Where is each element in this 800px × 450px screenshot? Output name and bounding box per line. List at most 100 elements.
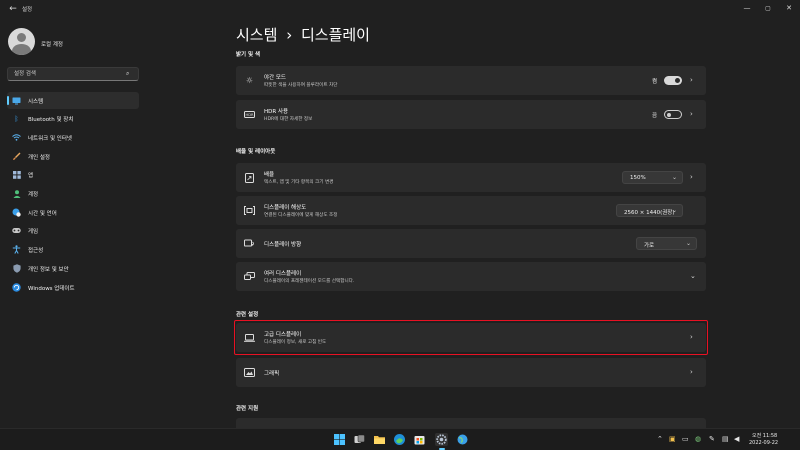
clock-time[interactable]: 오전 11:58 (752, 432, 777, 439)
chevron-right-icon[interactable]: › (690, 368, 693, 376)
file-explorer-icon[interactable] (373, 433, 386, 446)
sidebar-item-accounts[interactable]: 계정 (7, 185, 139, 202)
sidebar-item-personalization[interactable]: 개인 설정 (7, 148, 139, 165)
section-title-related-settings: 관련 설정 (236, 312, 259, 318)
avatar-head (17, 33, 26, 42)
resolution-icon (244, 205, 255, 216)
network-icon[interactable]: ▤ (722, 435, 729, 443)
chevron-down-icon: ⌄ (671, 174, 677, 181)
active-app-indicator (439, 448, 445, 450)
globe-app-icon[interactable] (456, 433, 469, 446)
card-title: 디스플레이 방향 (264, 242, 302, 248)
card-night-light[interactable]: ☼ 야간 모드 따뜻한 색을 사용하여 블루라이트 차단 켬 › (236, 66, 706, 95)
volume-icon[interactable]: ◀ (734, 435, 739, 443)
sidebar-item-gaming[interactable]: 게임 (7, 222, 139, 239)
card-hdr[interactable]: HDR HDR 사용 HDR에 대한 자세한 정보 끔 › (236, 100, 706, 129)
toggle-knob (675, 78, 680, 83)
sidebar-item-label: 시간 및 언어 (28, 211, 57, 217)
card-subtitle: 텍스트, 앱 및 기타 항목의 크기 변경 (264, 180, 334, 185)
card-title: 그래픽 (264, 371, 280, 377)
title-bar: ← 설정 — ▢ ✕ (0, 0, 800, 18)
chevron-right-icon[interactable]: › (690, 173, 693, 181)
sidebar-item-windows-update[interactable]: Windows 업데이트 (7, 279, 139, 296)
sidebar-item-network[interactable]: 네트워크 및 인터넷 (7, 129, 139, 146)
chat-icon[interactable]: ▭ (682, 435, 689, 443)
orientation-icon (244, 238, 255, 249)
sidebar-item-bluetooth[interactable]: ᛒ Bluetooth 및 장치 (7, 110, 139, 127)
sidebar-item-accessibility[interactable]: 접근성 (7, 241, 139, 258)
brush-icon (12, 152, 21, 161)
card-orientation[interactable]: 디스플레이 방향 가로 ⌄ (236, 229, 706, 258)
shield-icon (12, 264, 21, 273)
dropdown-value: 150% (630, 175, 646, 181)
sidebar-item-label: 개인 설정 (28, 155, 50, 161)
store-icon[interactable] (413, 433, 426, 446)
chevron-right-icon[interactable]: › (690, 76, 693, 84)
wifi-icon (12, 133, 21, 142)
sidebar-item-label: 계정 (28, 192, 39, 198)
search-icon[interactable]: ⌕ (126, 70, 129, 78)
update-icon (12, 283, 21, 292)
breadcrumb-current: 디스플레이 (300, 26, 370, 44)
graphics-icon (244, 367, 255, 378)
avatar[interactable] (8, 28, 35, 55)
chevron-down-icon[interactable]: ⌄ (690, 272, 696, 280)
card-title: 디스플레이 해상도 (264, 205, 307, 211)
minimize-button[interactable]: — (740, 2, 754, 14)
breadcrumb-parent[interactable]: 시스템 (236, 26, 277, 44)
hdr-toggle[interactable] (664, 110, 682, 119)
clock-date[interactable]: 2022-09-22 (749, 440, 778, 446)
card-title: 야간 모드 (264, 75, 286, 81)
scale-dropdown[interactable]: 150% ⌄ (622, 171, 683, 184)
taskbar: ⌃ ▣ ▭ ◍ ✎ ▤ ◀ 오전 11:58 2022-09-22 (0, 428, 800, 450)
task-view-icon[interactable] (353, 433, 366, 446)
card-multiple-displays[interactable]: 여러 디스플레이 디스플레이의 프레젠테이션 모드를 선택합니다. ⌄ (236, 262, 706, 291)
sidebar-item-label: Windows 업데이트 (28, 286, 75, 292)
windows-start-icon[interactable] (333, 433, 346, 446)
person-icon (12, 189, 21, 198)
section-title-related-support: 관련 지원 (236, 406, 259, 412)
sidebar-item-privacy-security[interactable]: 개인 정보 및 보안 (7, 260, 139, 277)
card-subtitle: 연결된 디스플레이에 맞게 해상도 조정 (264, 213, 338, 218)
active-indicator (7, 96, 9, 105)
breadcrumb: 시스템 › 디스플레이 (236, 24, 370, 45)
night-light-toggle[interactable] (664, 76, 682, 85)
card-title: 배율 (264, 172, 275, 178)
sidebar-item-label: Bluetooth 및 장치 (28, 117, 74, 123)
hdr-icon: HDR (244, 109, 255, 120)
tray-status-icon[interactable]: ◍ (695, 435, 701, 443)
orientation-dropdown[interactable]: 가로 ⌄ (636, 237, 697, 250)
card-scale[interactable]: 배율 텍스트, 앱 및 기타 항목의 크기 변경 150% ⌄ › (236, 163, 706, 192)
resolution-dropdown[interactable]: 2560 × 1440(권장) ⌄ (616, 204, 683, 217)
card-resolution[interactable]: 디스플레이 해상도 연결된 디스플레이에 맞게 해상도 조정 2560 × 14… (236, 196, 706, 225)
back-arrow-icon[interactable]: ← (7, 3, 19, 15)
multiple-displays-icon (244, 271, 255, 282)
card-title: HDR 사용 (264, 109, 289, 115)
search-input[interactable] (7, 67, 139, 81)
breadcrumb-separator: › (286, 26, 293, 44)
gamepad-icon (12, 226, 21, 235)
sidebar-item-label: 게임 (28, 229, 39, 235)
card-related-support[interactable] (236, 418, 706, 428)
sun-icon: ☼ (245, 76, 254, 85)
card-subtitle[interactable]: HDR에 대한 자세한 정보 (264, 116, 312, 122)
sidebar-item-system[interactable]: 시스템 (7, 92, 139, 109)
chevron-up-icon[interactable]: ⌃ (657, 435, 663, 443)
sidebar-item-time-language[interactable]: 시간 및 언어 (7, 204, 139, 221)
pen-icon[interactable]: ✎ (709, 435, 715, 443)
tray-app-icon[interactable]: ▣ (669, 435, 676, 443)
maximize-button[interactable]: ▢ (761, 2, 775, 14)
app-title: 설정 (22, 7, 33, 13)
accessibility-icon (12, 245, 21, 254)
close-button[interactable]: ✕ (782, 2, 796, 14)
apps-icon (12, 170, 21, 179)
card-graphics[interactable]: 그래픽 › (236, 358, 706, 387)
sidebar-item-label: 네트워크 및 인터넷 (28, 136, 72, 142)
svg-text:HDR: HDR (246, 113, 254, 117)
card-subtitle: 따뜻한 색을 사용하여 블루라이트 차단 (264, 83, 338, 88)
card-subtitle: 디스플레이의 프레젠테이션 모드를 선택합니다. (264, 279, 355, 284)
sidebar-item-apps[interactable]: 앱 (7, 166, 139, 183)
settings-gear-icon[interactable] (435, 433, 448, 446)
chevron-right-icon[interactable]: › (690, 110, 693, 118)
edge-browser-icon[interactable] (393, 433, 406, 446)
